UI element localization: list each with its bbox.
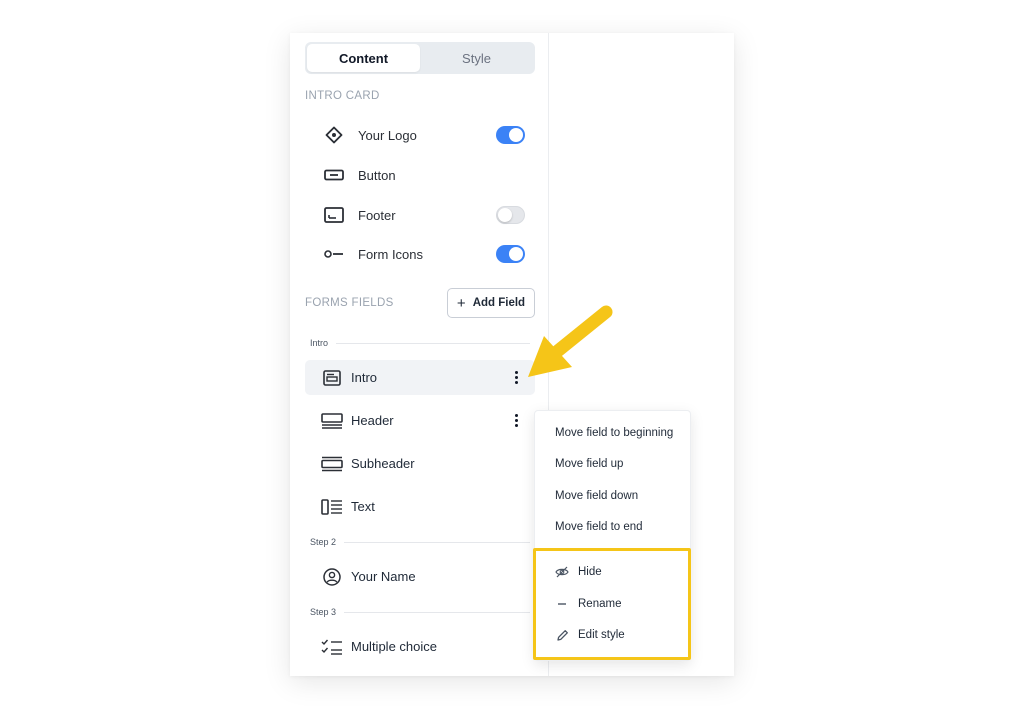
field-row-intro[interactable]: Intro <box>305 360 535 395</box>
group-divider-step-2: Step 2 <box>310 537 530 547</box>
intro-card-item-label: Form Icons <box>358 246 424 262</box>
toggle-knob <box>498 208 512 222</box>
plus-icon: + <box>456 294 466 312</box>
intro-card-title: INTRO CARD <box>305 90 380 102</box>
field-row-text[interactable]: Text <box>305 489 535 524</box>
divider-line <box>344 541 530 543</box>
footer-icon <box>323 204 345 226</box>
intro-card-item-button: Button <box>305 159 535 191</box>
group-divider-step-3: Step 3 <box>310 607 530 617</box>
field-label: Your Name <box>351 569 416 584</box>
user-icon <box>320 567 344 587</box>
group-label: Step 3 <box>310 607 337 617</box>
footer-toggle[interactable] <box>496 206 525 224</box>
intro-card-item-footer: Footer <box>305 199 535 231</box>
form-icons-toggle[interactable] <box>496 245 525 263</box>
intro-card-item-label: Footer <box>358 207 396 223</box>
field-row-header[interactable]: Header <box>305 403 535 438</box>
pointer-arrow-icon <box>528 305 613 377</box>
subheader-icon <box>320 454 344 474</box>
content-panel: Content Style INTRO CARD Your Logo Butto… <box>290 33 549 676</box>
field-label: Subheader <box>351 456 415 471</box>
field-label: Intro <box>351 370 378 385</box>
logo-toggle[interactable] <box>496 126 525 144</box>
field-label: Header <box>351 413 394 428</box>
button-icon <box>323 164 345 186</box>
highlight-box <box>533 548 691 660</box>
intro-card-item-form-icons: Form Icons <box>305 238 535 270</box>
field-row-your-name[interactable]: Your Name <box>305 559 535 594</box>
text-icon <box>320 497 344 517</box>
diamond-icon <box>323 124 345 146</box>
menu-item-move-down[interactable]: Move field down <box>555 490 638 502</box>
divider-line <box>344 611 530 613</box>
menu-item-move-up[interactable]: Move field up <box>555 458 623 470</box>
header-icon <box>320 411 344 431</box>
tab-content[interactable]: Content <box>307 44 420 72</box>
tab-bar: Content Style <box>305 42 535 74</box>
add-field-label: Add Field <box>472 297 526 309</box>
intro-card-item-logo: Your Logo <box>305 119 535 151</box>
toggle-knob <box>509 128 523 142</box>
group-label: Intro <box>310 338 329 348</box>
menu-item-move-end[interactable]: Move field to end <box>555 521 643 533</box>
intro-card-item-label: Button <box>358 167 396 183</box>
menu-item-move-beginning[interactable]: Move field to beginning <box>555 427 673 439</box>
form-fields-title: FORMS FIELDS <box>305 297 394 309</box>
checklist-icon <box>320 637 344 657</box>
field-label: Text <box>351 499 375 514</box>
divider-line <box>336 342 530 344</box>
tab-style[interactable]: Style <box>420 44 533 72</box>
group-label: Step 2 <box>310 537 337 547</box>
toggle-knob <box>509 247 523 261</box>
more-options-icon[interactable] <box>509 411 523 431</box>
intro-card-item-label: Your Logo <box>358 127 417 143</box>
field-row-multiple-choice[interactable]: Multiple choice <box>305 629 535 664</box>
field-label: Multiple choice <box>351 639 437 654</box>
form-icons-icon <box>323 243 345 265</box>
field-row-subheader[interactable]: Subheader <box>305 446 535 481</box>
group-divider-intro: Intro <box>310 338 530 348</box>
intro-icon <box>320 368 344 388</box>
